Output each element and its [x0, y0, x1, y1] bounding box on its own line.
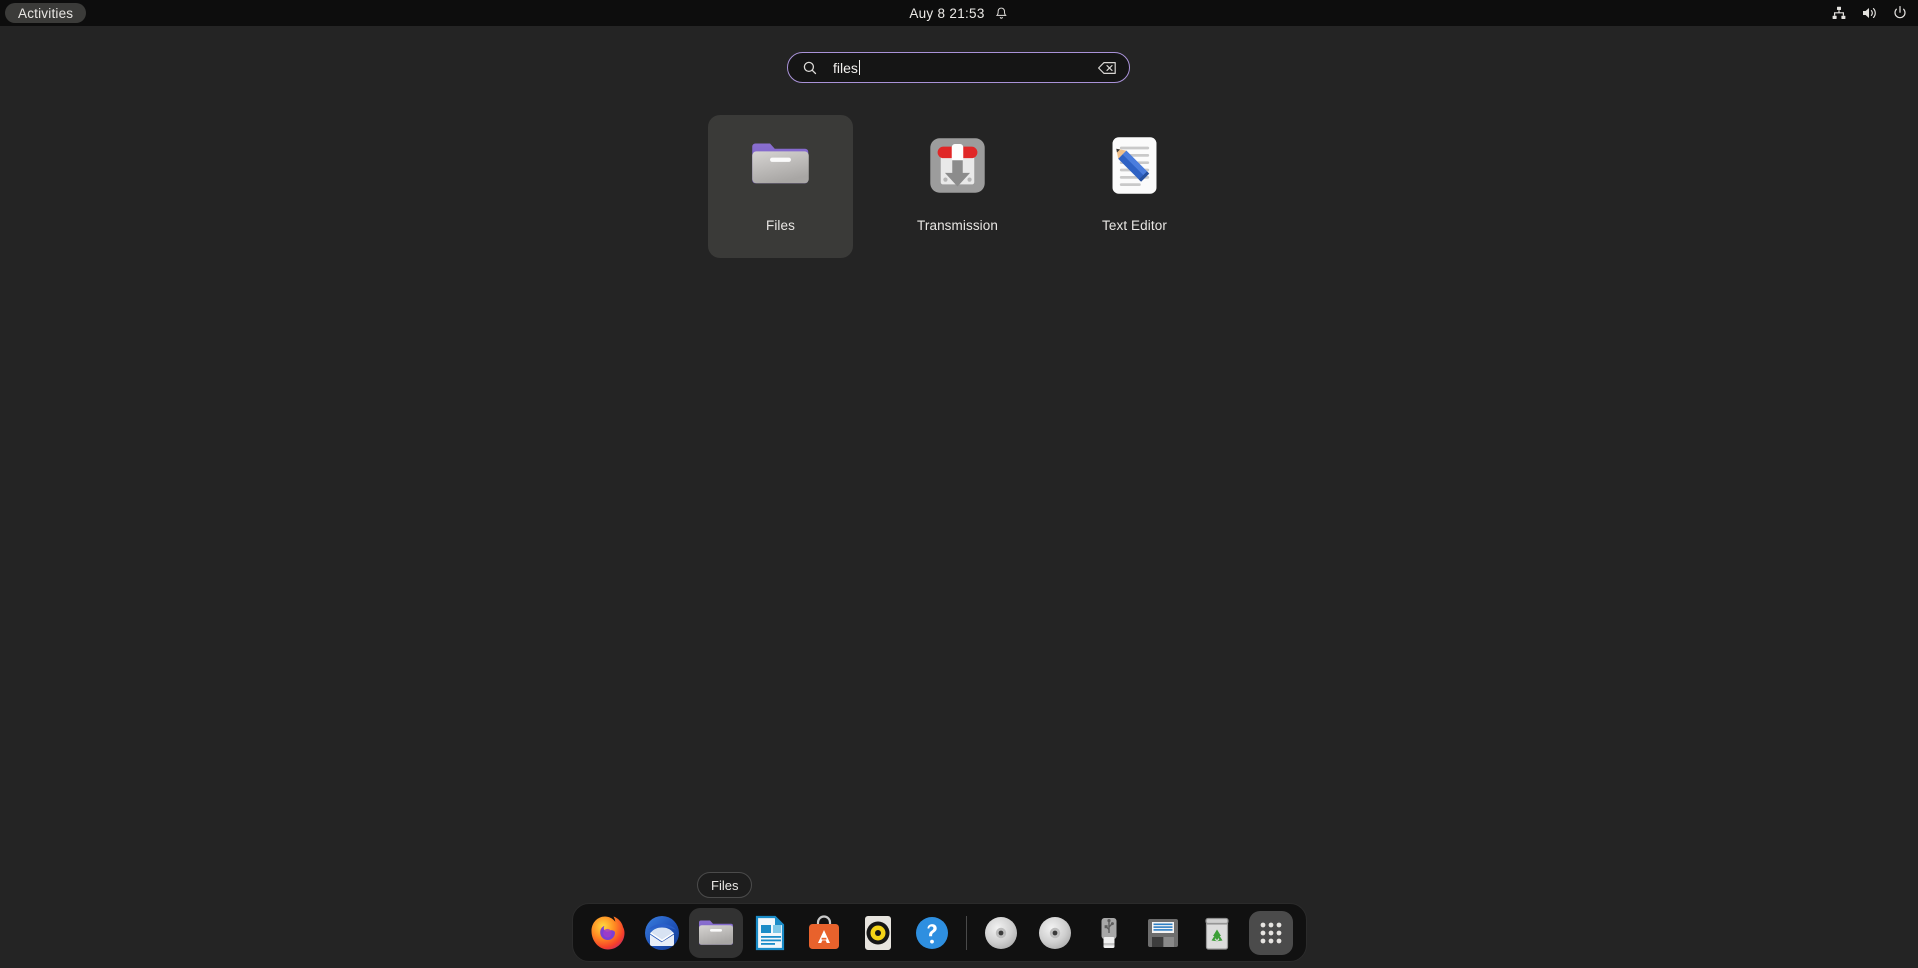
search-result-label: Text Editor — [1102, 218, 1167, 233]
activities-button[interactable]: Activities — [5, 3, 87, 23]
dock-separator — [966, 915, 967, 950]
search-icon — [802, 60, 818, 76]
search-result-label: Transmission — [917, 218, 998, 233]
dock-tooltip-label: Files — [711, 877, 739, 893]
search-text-value: files — [833, 60, 1097, 76]
dock-item-rhythmbox[interactable] — [851, 908, 905, 958]
dock-item-cd-drive-2[interactable] — [1028, 908, 1082, 958]
dock-item-show-applications[interactable] — [1244, 908, 1298, 958]
system-status-area[interactable] — [1831, 0, 1908, 26]
dock — [572, 903, 1307, 962]
dock-item-firefox[interactable] — [581, 908, 635, 958]
search-results-grid: Files Transmission Text Editor — [708, 115, 1207, 258]
power-icon — [1892, 5, 1908, 21]
ubuntu-software-icon — [804, 913, 844, 953]
files-folder-icon — [696, 913, 736, 953]
search-value: files — [833, 59, 858, 76]
rhythmbox-icon — [858, 913, 898, 953]
files-folder-icon — [747, 132, 814, 199]
clock-label: Auy 8 21:53 — [909, 5, 985, 21]
optical-disc-icon — [981, 913, 1021, 953]
text-caret — [858, 60, 861, 75]
clear-backspace-icon[interactable] — [1097, 60, 1117, 76]
libreoffice-impress-icon — [750, 913, 790, 953]
dock-item-ubuntu-software[interactable] — [797, 908, 851, 958]
dock-item-libreoffice-impress[interactable] — [743, 908, 797, 958]
dock-item-trash[interactable] — [1190, 908, 1244, 958]
help-icon — [912, 913, 952, 953]
search-result-label: Files — [765, 218, 795, 233]
dock-item-help[interactable] — [905, 908, 959, 958]
app-grid-icon — [1249, 910, 1293, 955]
firefox-icon — [588, 913, 628, 953]
dock-item-floppy-disk[interactable] — [1136, 908, 1190, 958]
network-wired-icon — [1831, 5, 1847, 21]
transmission-icon — [924, 132, 991, 199]
dock-item-thunderbird[interactable] — [635, 908, 689, 958]
search-result-text-editor[interactable]: Text Editor — [1062, 115, 1207, 258]
floppy-disk-icon — [1143, 913, 1183, 953]
bell-icon — [995, 6, 1009, 21]
text-editor-icon — [1101, 132, 1168, 199]
usb-drive-icon — [1089, 913, 1129, 953]
top-bar: Activities Auy 8 21:53 — [0, 0, 1918, 26]
thunderbird-icon — [642, 913, 682, 953]
dock-item-files[interactable] — [689, 907, 743, 958]
dock-item-cd-drive-1[interactable] — [974, 908, 1028, 958]
activities-label: Activities — [18, 5, 74, 21]
trash-icon — [1197, 913, 1237, 953]
clock-menu-button[interactable]: Auy 8 21:53 — [899, 0, 1018, 26]
search-result-files[interactable]: Files — [708, 115, 853, 258]
dock-tooltip: Files — [697, 872, 753, 898]
optical-disc-icon — [1035, 913, 1075, 953]
search-result-transmission[interactable]: Transmission — [885, 115, 1030, 258]
dock-item-usb-drive[interactable] — [1082, 908, 1136, 958]
volume-icon — [1861, 5, 1878, 21]
search-input[interactable]: files — [787, 52, 1130, 83]
